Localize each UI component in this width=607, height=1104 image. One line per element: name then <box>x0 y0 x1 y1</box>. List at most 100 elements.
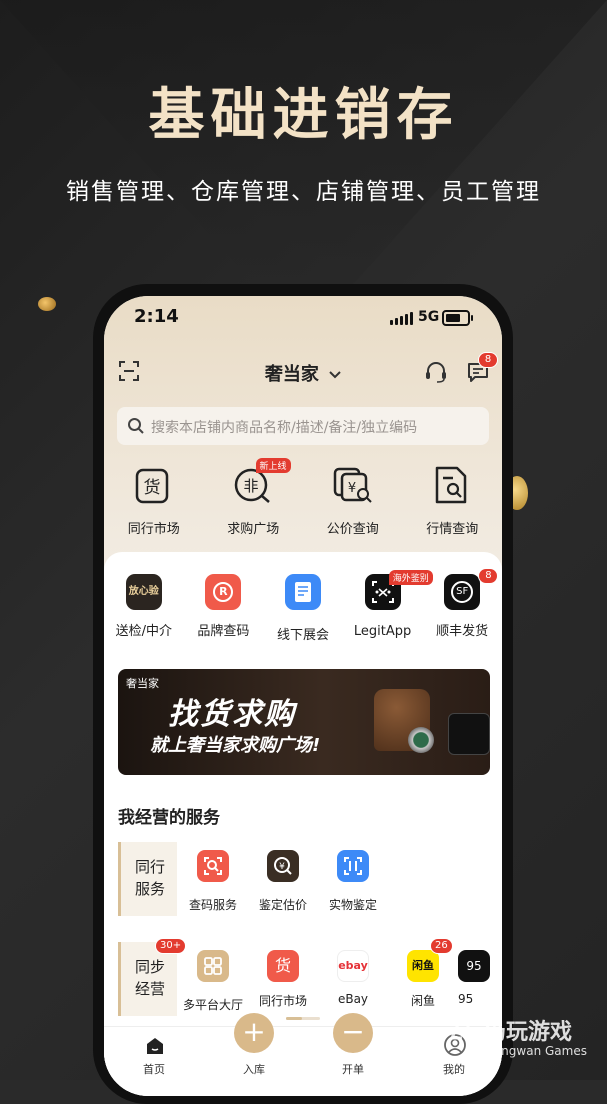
service-label: 品牌查码 <box>197 624 250 639</box>
market-doc-icon <box>436 466 467 504</box>
item-label: 闲鱼 <box>410 994 435 1008</box>
item-label: 同行市场 <box>258 994 307 1008</box>
service-legitapp[interactable]: 海外鉴别 LegitApp <box>343 570 433 643</box>
service-label: 线下展会 <box>276 628 329 643</box>
svg-text:¥: ¥ <box>348 481 356 496</box>
brand-code-glyph: R <box>213 582 234 602</box>
item-ebay[interactable]: ebay eBay <box>318 942 388 1013</box>
horizontal-scroll-indicator <box>286 1017 320 1020</box>
banner-subline: 就上奢当家求购广场! <box>150 735 321 756</box>
promo-subtitle: 销售管理、仓库管理、店铺管理、员工管理 <box>66 179 541 205</box>
quick-action-market-search[interactable]: 行情查询 <box>403 464 503 537</box>
service-sf-express[interactable]: SF 8 顺丰发货 <box>422 568 502 643</box>
watch-image <box>408 727 434 753</box>
code-scan-icon <box>197 850 229 882</box>
group-name: 同步 经营 <box>135 958 166 998</box>
service-label: 顺丰发货 <box>436 624 489 639</box>
item-peer-market[interactable]: 货 同行市场 <box>248 942 318 1013</box>
network-label: 5G <box>418 309 440 325</box>
item-label: eBay <box>337 992 369 1006</box>
quick-action-label: 同行市场 <box>127 522 180 537</box>
expo-icon <box>284 574 321 610</box>
message-button[interactable]: 8 <box>466 352 498 384</box>
plus-icon: + <box>234 1013 274 1053</box>
group-label: 同行 服务 <box>118 842 177 916</box>
service-brand-code[interactable]: R 品牌查码 <box>184 574 264 643</box>
svg-text:¥: ¥ <box>279 862 285 872</box>
services-row: 放心验 送检/中介 R 品牌查码 线下展会 海外鉴别 LegitApp SF 8… <box>104 568 502 643</box>
price-search-icon: ¥ <box>333 467 372 503</box>
svg-text:货: 货 <box>143 478 160 498</box>
goods-icon: 货 <box>135 468 168 504</box>
item-label: 95 <box>458 992 474 1006</box>
item-physical-auth[interactable]: 实物鉴定 <box>318 842 388 913</box>
service-label: 送检/中介 <box>115 624 172 639</box>
quick-actions: 货 同行市场 非 新上线 求购广场 ¥ 公价查询 行情查询 <box>104 458 503 537</box>
customer-service-icon[interactable] <box>424 360 448 384</box>
home-icon <box>147 1038 163 1054</box>
item-label: 实物鉴定 <box>328 898 377 912</box>
service-expo[interactable]: 线下展会 <box>263 574 343 643</box>
service-label: LegitApp <box>353 624 412 639</box>
item-xianyu[interactable]: 闲鱼 26 闲鱼 <box>388 938 458 1013</box>
status-bar: 2:14 5G <box>104 306 502 330</box>
promo-banner[interactable]: 奢当家 找货求购 就上奢当家求购广场! <box>118 669 490 775</box>
signal-icon <box>390 312 413 325</box>
tab-label: 我的 <box>443 1063 465 1076</box>
group-items: 多平台大厅 货 同行市场 ebay eBay 闲鱼 26 闲鱼 95 95 <box>178 938 492 1013</box>
group-peer-services: 同行 服务 查码服务 ¥ 鉴定估价 实物鉴定 <box>118 842 502 916</box>
chevron-down-icon <box>329 371 341 379</box>
banner-brand: 奢当家 <box>126 677 159 690</box>
black-bag-image <box>448 713 490 755</box>
search-icon <box>128 418 144 434</box>
item-platform-95[interactable]: 95 95 <box>458 942 492 1013</box>
quick-action-peer-market[interactable]: 货 同行市场 <box>104 464 204 537</box>
new-tag: 新上线 <box>255 458 291 473</box>
quick-action-price-search[interactable]: ¥ 公价查询 <box>303 464 403 537</box>
watermark-logo-icon <box>444 1018 470 1054</box>
inspection-icon: 放心验 <box>125 574 162 610</box>
tab-label: 开单 <box>342 1063 364 1076</box>
tab-label: 入库 <box>243 1063 265 1076</box>
quick-action-wanted[interactable]: 非 新上线 求购广场 <box>204 458 304 537</box>
watermark-name: 仍玩游戏 <box>484 1020 573 1045</box>
item-badge: 26 <box>430 938 453 954</box>
search-input[interactable]: 搜索本店铺内商品名称/描述/备注/独立编码 <box>117 407 489 445</box>
quick-action-label: 求购广场 <box>227 522 280 537</box>
item-label: 鉴定估价 <box>258 898 307 912</box>
quick-action-label: 公价查询 <box>326 522 379 537</box>
goods-icon: 货 <box>267 950 299 982</box>
minus-icon: − <box>333 1013 373 1053</box>
item-code-scan[interactable]: 查码服务 <box>178 842 248 913</box>
brand-code-icon: R <box>205 574 242 610</box>
banner-headline: 找货求购 <box>168 697 296 732</box>
header-area: 2:14 5G 奢当家 8 搜索本店铺内商品名称/描述/备注/独立编码 货 同行… <box>104 296 502 576</box>
section-title: 我经营的服务 <box>118 808 220 828</box>
multi-platform-icon <box>197 950 229 982</box>
service-badge: 8 <box>478 568 499 584</box>
item-label: 查码服务 <box>188 898 237 912</box>
platform-95-icon: 95 <box>458 950 490 982</box>
decor-coin <box>38 297 56 311</box>
item-label: 多平台大厅 <box>182 998 243 1012</box>
phone-screen: 2:14 5G 奢当家 8 搜索本店铺内商品名称/描述/备注/独立编码 货 同行… <box>104 296 502 1096</box>
item-appraisal[interactable]: ¥ 鉴定估价 <box>248 842 318 913</box>
service-inspection[interactable]: 放心验 送检/中介 <box>104 574 184 643</box>
sf-express-icon: SF <box>444 574 481 610</box>
group-name: 同行 服务 <box>135 858 166 898</box>
appraisal-icon: ¥ <box>267 850 299 882</box>
group-items: 查码服务 ¥ 鉴定估价 实物鉴定 <box>178 842 388 913</box>
store-name: 奢当家 <box>264 364 319 385</box>
sf-glyph: SF <box>451 581 474 603</box>
watermark-latin: Rengwan Games <box>486 1044 587 1058</box>
ebay-icon: ebay <box>337 950 369 982</box>
search-placeholder: 搜索本店铺内商品名称/描述/备注/独立编码 <box>151 420 418 436</box>
xianyu-icon: 闲鱼 <box>407 950 439 982</box>
promo-title: 基础进销存 <box>148 83 459 148</box>
physical-auth-icon <box>337 850 369 882</box>
svg-text:非: 非 <box>244 477 259 495</box>
navbar: 奢当家 8 <box>104 352 502 390</box>
group-sync-business: 同步 经营 30+ 多平台大厅 货 同行市场 ebay eBay 闲鱼 26 闲… <box>118 938 502 1016</box>
battery-icon <box>442 310 473 326</box>
item-multi-platform[interactable]: 多平台大厅 <box>178 942 248 1013</box>
